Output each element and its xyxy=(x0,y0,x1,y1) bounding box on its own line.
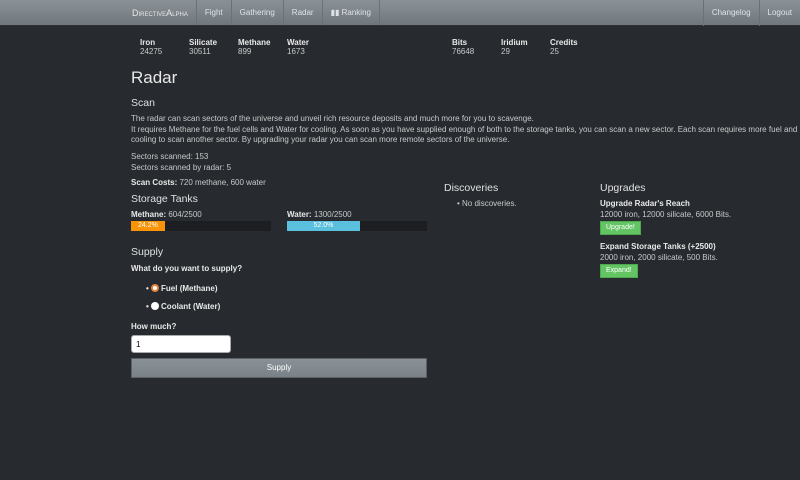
page-title: Radar xyxy=(131,68,178,87)
brand-logo[interactable]: DirectiveAlpha xyxy=(0,0,197,25)
nav-fight[interactable]: Fight xyxy=(197,0,232,25)
supply-heading: Supply xyxy=(131,246,164,258)
discoveries-heading: Discoveries xyxy=(444,182,499,194)
radio-fuel[interactable] xyxy=(151,284,160,292)
nav-ranking-label: Ranking xyxy=(341,8,371,17)
navbar: DirectiveAlpha Fight Gathering Radar ▮▮ … xyxy=(0,0,800,26)
amount-input[interactable] xyxy=(131,335,231,353)
scan-heading: Scan xyxy=(131,97,155,109)
resource-methane: Methane 899 xyxy=(238,38,271,56)
resource-credits: Credits 25 xyxy=(550,38,578,56)
upgrade-button[interactable]: Upgrade! xyxy=(600,221,641,235)
nav-ranking[interactable]: ▮▮ Ranking xyxy=(323,0,380,25)
nav-radar[interactable]: Radar xyxy=(284,0,323,25)
water-label: Water: 1300/2500 xyxy=(287,210,352,219)
resource-iridium: Iridium 29 xyxy=(501,38,528,56)
supply-question: What do you want to supply? xyxy=(131,264,243,273)
upgrade-reach-cost: 12000 iron, 12000 silicate, 6000 Bits. xyxy=(600,210,732,219)
upgrade-reach-title: Upgrade Radar's Reach xyxy=(600,199,690,208)
radio-coolant[interactable] xyxy=(151,302,160,310)
resource-silicate: Silicate 30511 xyxy=(189,38,218,56)
scan-description: The radar can scan sectors of the univer… xyxy=(131,114,798,144)
expand-tanks-title: Expand Storage Tanks (+2500) xyxy=(600,242,716,251)
nav-gathering[interactable]: Gathering xyxy=(232,0,284,25)
resource-water: Water 1673 xyxy=(287,38,309,56)
nav-logout[interactable]: Logout xyxy=(758,0,800,26)
nav-changelog[interactable]: Changelog xyxy=(702,0,759,26)
methane-fill: 24.2% xyxy=(131,221,165,231)
option-coolant[interactable]: • Coolant (Water) xyxy=(146,302,800,313)
discovery-item: • No discoveries. xyxy=(457,199,517,208)
resource-bits: Bits 76648 xyxy=(452,38,475,56)
expand-tanks-cost: 2000 iron, 2000 silicate, 500 Bits. xyxy=(600,253,718,262)
amount-label: How much? xyxy=(131,322,177,331)
option-fuel[interactable]: • Fuel (Methane) xyxy=(146,284,800,295)
water-progress: 52.0% xyxy=(287,221,427,231)
supply-button[interactable]: Supply xyxy=(131,358,427,378)
methane-label: Methane: 604/2500 xyxy=(131,210,202,219)
methane-progress: 24.2% xyxy=(131,221,271,231)
water-fill: 52.0% xyxy=(287,221,360,231)
upgrades-heading: Upgrades xyxy=(600,182,646,194)
bar-chart-icon: ▮▮ xyxy=(330,8,342,17)
scan-stats: Sectors scanned: 153 Sectors scanned by r… xyxy=(131,152,232,172)
resource-iron: Iron 24275 xyxy=(140,38,163,56)
storage-heading: Storage Tanks xyxy=(131,193,198,205)
expand-button[interactable]: Expand! xyxy=(600,264,638,278)
